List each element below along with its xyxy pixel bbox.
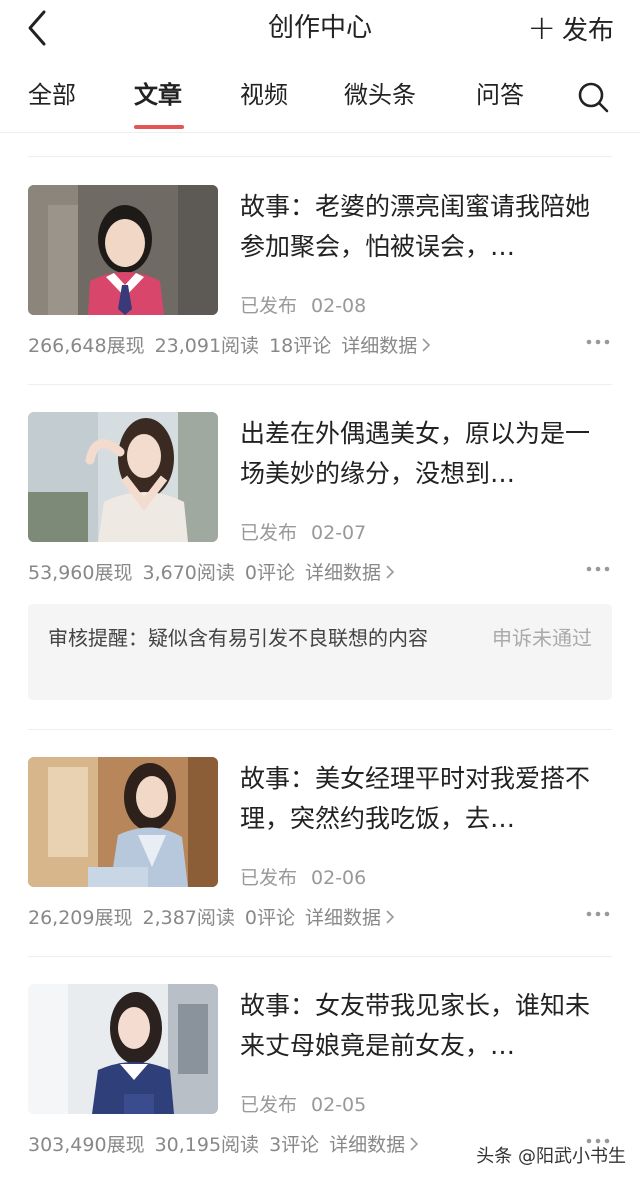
article-title: 故事：老婆的漂亮闺蜜请我陪她参加聚会，怕被误会，… — [240, 192, 591, 261]
detail-data-link[interactable]: 详细数据 — [305, 558, 395, 585]
publish-date: 02-05 — [311, 1094, 367, 1116]
tab-qa[interactable]: 问答 — [476, 78, 524, 112]
search-icon — [578, 82, 609, 113]
article-thumbnail — [28, 412, 218, 542]
review-notice-text: 审核提醒：疑似含有易引发不良联想的内容 — [48, 626, 428, 650]
publish-status: 已发布 02-08 — [240, 291, 366, 318]
article-thumbnail — [28, 185, 218, 315]
article-title: 故事：女友带我见家长，谁知未来丈母娘竟是前女友，… — [240, 991, 591, 1060]
impressions-count: 53,960展现 — [28, 562, 133, 584]
article-title: 出差在外偶遇美女，原以为是一场美妙的缘分，没想到… — [240, 419, 591, 488]
divider — [28, 956, 612, 957]
comments-count: 18评论 — [269, 335, 332, 357]
active-tab-indicator — [134, 125, 184, 129]
article-item[interactable]: 出差在外偶遇美女，原以为是一场美妙的缘分，没想到… 已发布 02-07 53,96… — [28, 412, 612, 592]
article-title: 故事：美女经理平时对我爱搭不理，突然约我吃饭，去… — [240, 764, 591, 833]
more-options-button[interactable] — [586, 903, 610, 925]
detail-data-label: 详细数据 — [304, 907, 381, 929]
publish-status: 已发布 02-07 — [240, 518, 366, 545]
status-text: 已发布 — [240, 1094, 298, 1116]
publish-date: 02-07 — [311, 522, 367, 544]
tab-all[interactable]: 全部 — [28, 78, 76, 112]
reads-count: 3,670阅读 — [142, 562, 235, 584]
publish-status: 已发布 02-06 — [240, 863, 366, 890]
tab-articles[interactable]: 文章 — [134, 78, 182, 112]
article-stats: 53,960展现 3,670阅读 0评论 详细数据 — [28, 558, 395, 585]
chevron-right-icon — [386, 564, 395, 579]
article-thumbnail — [28, 984, 218, 1114]
reads-count: 23,091阅读 — [154, 335, 260, 357]
comments-count: 0评论 — [244, 907, 295, 929]
status-text: 已发布 — [240, 522, 298, 544]
publish-status: 已发布 02-05 — [240, 1090, 366, 1117]
more-options-button[interactable] — [586, 331, 610, 353]
more-dots-icon — [586, 566, 610, 572]
appeal-status[interactable]: 申诉未通过 — [492, 622, 592, 654]
search-button[interactable] — [576, 80, 610, 114]
detail-data-label: 详细数据 — [341, 335, 418, 357]
publish-button[interactable]: + 发布 — [527, 8, 614, 48]
publish-label: 发布 — [561, 15, 614, 46]
comments-count: 3评论 — [269, 1134, 320, 1156]
impressions-count: 26,209展现 — [28, 907, 133, 929]
tab-videos[interactable]: 视频 — [240, 78, 288, 112]
detail-data-link[interactable]: 详细数据 — [329, 1130, 419, 1157]
more-dots-icon — [586, 339, 610, 345]
article-stats: 303,490展现 30,195阅读 3评论 详细数据 — [28, 1130, 419, 1157]
detail-data-link[interactable]: 详细数据 — [305, 903, 395, 930]
detail-data-link[interactable]: 详细数据 — [341, 331, 431, 358]
tab-micro-posts[interactable]: 微头条 — [344, 78, 416, 112]
plus-icon: + — [527, 8, 556, 48]
divider — [28, 156, 612, 157]
article-item[interactable]: 故事：老婆的漂亮闺蜜请我陪她参加聚会，怕被误会，… 已发布 02-08 266,6… — [28, 185, 612, 365]
article-stats: 266,648展现 23,091阅读 18评论 详细数据 — [28, 331, 431, 358]
more-dots-icon — [586, 911, 610, 917]
chevron-right-icon — [410, 1136, 419, 1151]
detail-data-label: 详细数据 — [304, 562, 381, 584]
reads-count: 2,387阅读 — [142, 907, 235, 929]
detail-data-label: 详细数据 — [329, 1134, 406, 1156]
top-bar: 创作中心 + 发布 — [0, 0, 640, 56]
status-text: 已发布 — [240, 295, 298, 317]
comments-count: 0评论 — [244, 562, 295, 584]
divider — [28, 729, 612, 730]
chevron-right-icon — [386, 909, 395, 924]
article-thumbnail — [28, 757, 218, 887]
watermark: 头条 @阳武小书生 — [476, 1146, 626, 1167]
divider — [28, 384, 612, 385]
article-item[interactable]: 故事：女友带我见家长，谁知未来丈母娘竟是前女友，… 已发布 02-05 303,4… — [28, 984, 612, 1164]
article-item[interactable]: 故事：美女经理平时对我爱搭不理，突然约我吃饭，去… 已发布 02-06 26,20… — [28, 757, 612, 937]
tab-bar: 全部 文章 视频 微头条 问答 — [0, 64, 640, 133]
status-text: 已发布 — [240, 867, 298, 889]
publish-date: 02-08 — [311, 295, 367, 317]
publish-date: 02-06 — [311, 867, 367, 889]
review-notice: 审核提醒：疑似含有易引发不良联想的内容 申诉未通过 — [28, 604, 612, 700]
more-options-button[interactable] — [586, 558, 610, 580]
article-stats: 26,209展现 2,387阅读 0评论 详细数据 — [28, 903, 395, 930]
impressions-count: 303,490展现 — [28, 1134, 145, 1156]
chevron-right-icon — [422, 337, 431, 352]
reads-count: 30,195阅读 — [154, 1134, 260, 1156]
impressions-count: 266,648展现 — [28, 335, 145, 357]
